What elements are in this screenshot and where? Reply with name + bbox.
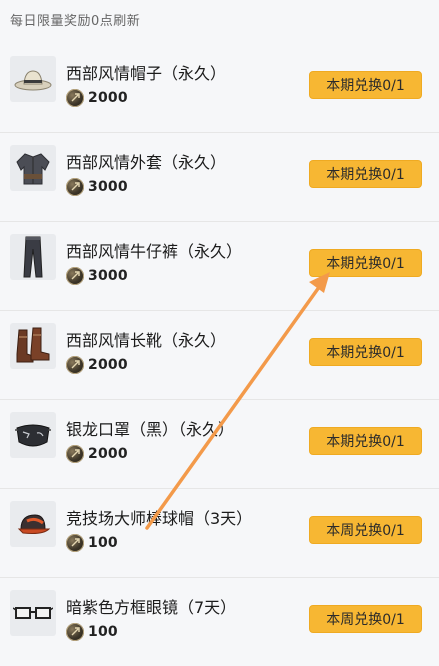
reward-name: 暗紫色方框眼镜（7天） — [66, 598, 237, 617]
redeem-button[interactable]: 本期兑换0/1 — [309, 160, 422, 188]
reward-item: 西部风情外套（永久） 3000 本期兑换0/1 — [0, 133, 439, 222]
price-value: 100 — [88, 535, 118, 551]
jacket-icon — [16, 153, 50, 185]
price-value: 3000 — [88, 268, 128, 284]
reward-item: 暗紫色方框眼镜（7天） 100 本周兑换0/1 — [0, 578, 439, 666]
reward-price: 2000 — [66, 355, 128, 375]
price-value: 2000 — [88, 90, 128, 106]
redeem-button[interactable]: 本周兑换0/1 — [309, 516, 422, 544]
reward-price: 3000 — [66, 177, 128, 197]
reward-thumbnail — [10, 145, 56, 191]
coin-icon — [66, 534, 84, 552]
reward-name: 西部风情帽子（永久） — [66, 64, 227, 83]
reward-name: 西部风情长靴（永久） — [66, 331, 227, 350]
boots-icon — [16, 327, 50, 363]
coin-icon — [66, 178, 84, 196]
cowboy-hat-icon — [14, 70, 52, 91]
price-value: 100 — [88, 624, 118, 640]
reward-thumbnail — [10, 56, 56, 102]
reward-item: 西部风情长靴（永久） 2000 本期兑换0/1 — [0, 311, 439, 400]
reward-item: 西部风情帽子（永久） 2000 本期兑换0/1 — [0, 44, 439, 133]
reward-item: 竞技场大师棒球帽（3天） 100 本周兑换0/1 — [0, 489, 439, 578]
redeem-button[interactable]: 本周兑换0/1 — [309, 605, 422, 633]
reward-price: 3000 — [66, 266, 128, 286]
reward-item: 银龙口罩（黑）（永久） 2000 本期兑换0/1 — [0, 400, 439, 489]
reward-name: 竞技场大师棒球帽（3天） — [66, 509, 253, 528]
redeem-button[interactable]: 本期兑换0/1 — [309, 338, 422, 366]
price-value: 3000 — [88, 179, 128, 195]
reward-price: 100 — [66, 622, 118, 642]
reward-thumbnail — [10, 590, 56, 636]
redeem-button[interactable]: 本期兑换0/1 — [309, 249, 422, 277]
mask-icon — [15, 424, 51, 447]
redeem-button[interactable]: 本期兑换0/1 — [309, 71, 422, 99]
reward-price: 2000 — [66, 444, 128, 464]
reward-name: 银龙口罩（黑）（永久） — [66, 420, 235, 439]
coin-icon — [66, 356, 84, 374]
reward-price: 100 — [66, 533, 118, 553]
price-value: 2000 — [88, 446, 128, 462]
coin-icon — [66, 445, 84, 463]
coin-icon — [66, 267, 84, 285]
daily-limit-notice: 每日限量奖励0点刷新 — [10, 14, 141, 29]
reward-thumbnail — [10, 501, 56, 547]
redeem-button[interactable]: 本期兑换0/1 — [309, 427, 422, 455]
reward-name: 西部风情牛仔裤（永久） — [66, 242, 243, 261]
coin-icon — [66, 623, 84, 641]
reward-list: 西部风情帽子（永久） 2000 本期兑换0/1 西部风情外套（永久） 3000 … — [0, 44, 439, 666]
jeans-icon — [23, 236, 43, 278]
reward-item: 西部风情牛仔裤（永久） 3000 本期兑换0/1 — [0, 222, 439, 311]
baseball-cap-icon — [17, 514, 51, 534]
coin-icon — [66, 89, 84, 107]
price-value: 2000 — [88, 357, 128, 373]
reward-thumbnail — [10, 323, 56, 369]
glasses-icon — [13, 607, 53, 619]
reward-thumbnail — [10, 234, 56, 280]
reward-price: 2000 — [66, 88, 128, 108]
reward-thumbnail — [10, 412, 56, 458]
reward-name: 西部风情外套（永久） — [66, 153, 227, 172]
